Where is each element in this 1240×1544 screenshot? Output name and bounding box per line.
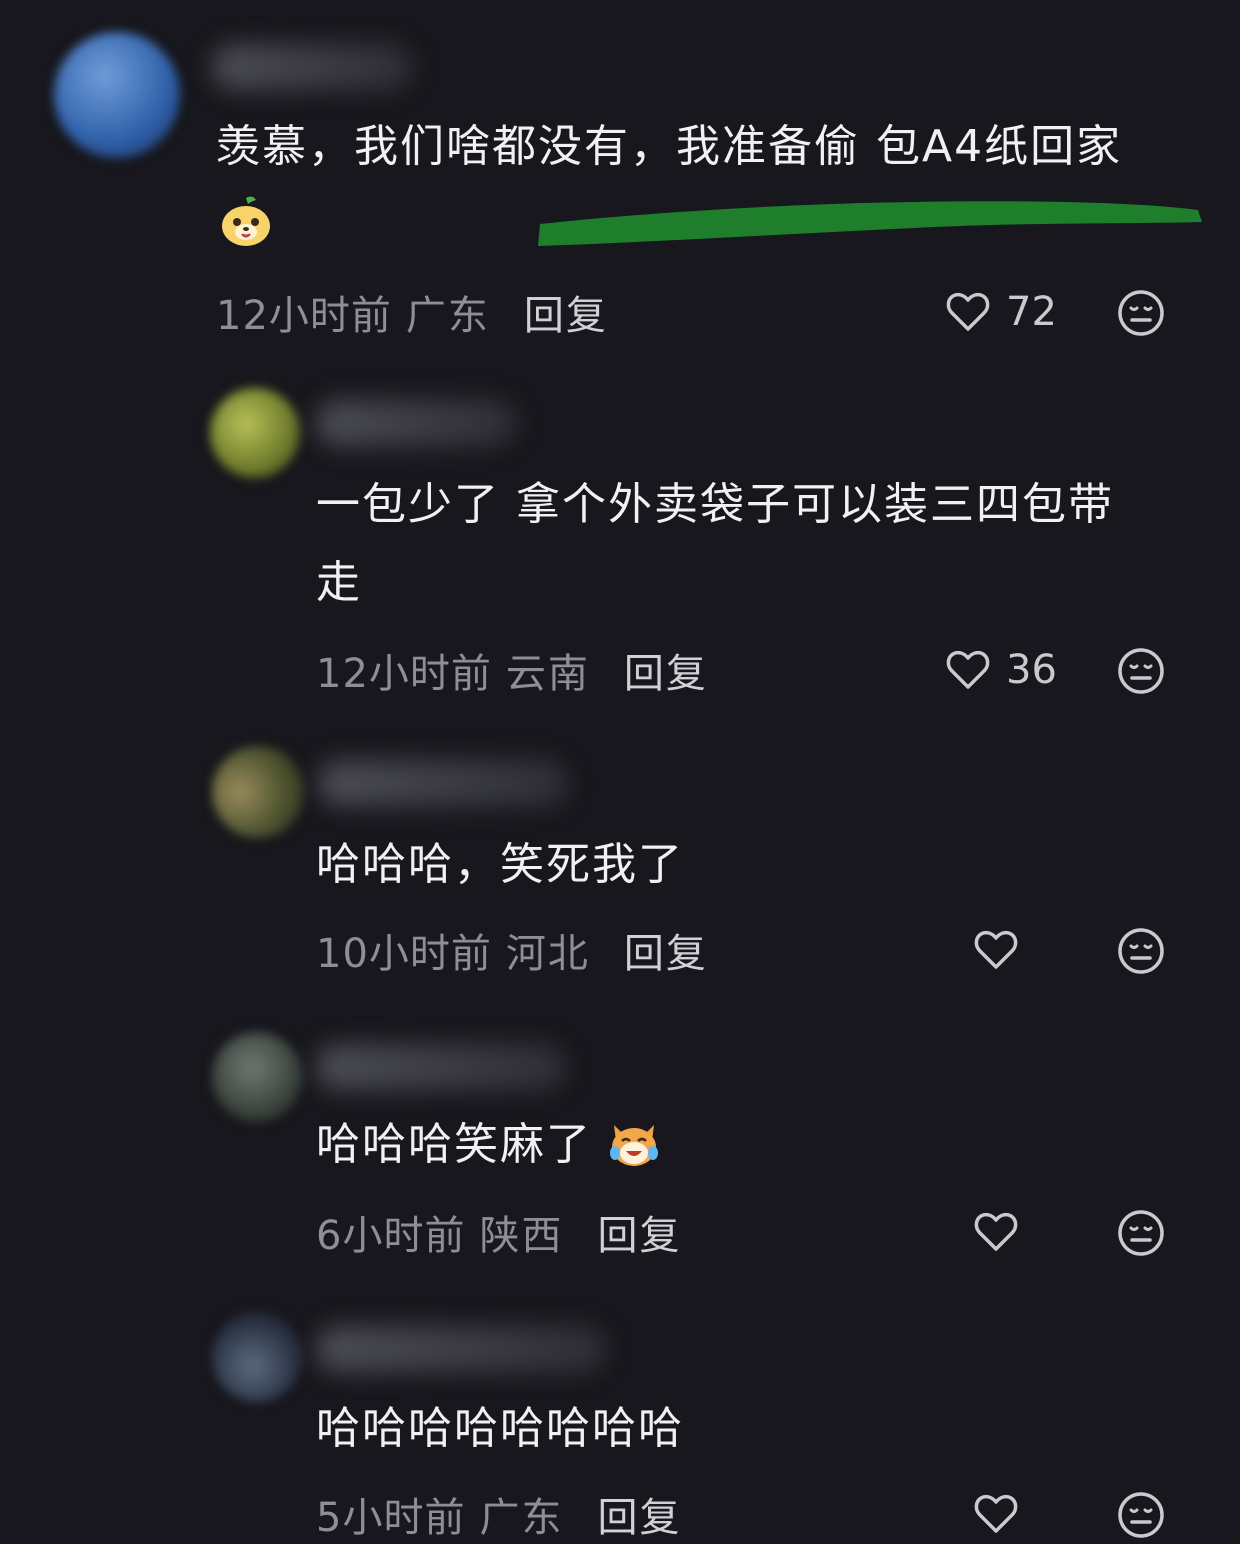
region: 陕西: [479, 1213, 564, 1259]
region: 广东: [479, 1495, 564, 1541]
like-button[interactable]: 36: [944, 640, 1057, 700]
reply-button[interactable]: 回复: [597, 1485, 681, 1543]
region: 广东: [405, 293, 490, 339]
avatar[interactable]: [212, 1312, 302, 1402]
meh-face-icon[interactable]: [1116, 288, 1166, 338]
username[interactable]: [316, 1044, 566, 1090]
meh-face-icon[interactable]: [1116, 1490, 1166, 1540]
like-button[interactable]: [972, 1484, 1034, 1544]
username[interactable]: [316, 400, 516, 446]
reply-button[interactable]: 回复: [597, 1203, 681, 1261]
timestamp: 6小时前: [316, 1213, 466, 1259]
comment-meta: 12小时前 云南 回复: [316, 640, 708, 700]
comment-meta: 5小时前 广东 回复: [316, 1484, 681, 1544]
green-highlight-mark: [538, 201, 1202, 246]
like-button[interactable]: [972, 920, 1034, 980]
comment-meta: 12小时前 广东 回复: [216, 282, 608, 342]
comment-text-continued: 走: [316, 557, 362, 608]
reply-item: 哈哈哈哈哈哈哈哈 5小时前 广东 回复: [0, 1300, 1240, 1544]
reply-item: 一包少了 拿个外卖袋子可以装三四包带 走 12小时前 云南 回复 36: [0, 370, 1240, 710]
username[interactable]: [318, 760, 568, 806]
timestamp: 5小时前: [316, 1495, 466, 1541]
meh-face-icon[interactable]: [1116, 646, 1166, 696]
timestamp: 10小时前: [316, 931, 492, 977]
comment-text-content: 哈哈哈笑麻了: [316, 1119, 592, 1170]
region: 河北: [505, 931, 590, 977]
comment-text: 哈哈哈笑麻了: [316, 1106, 662, 1184]
like-button[interactable]: 72: [944, 282, 1057, 342]
meh-face-icon[interactable]: [1116, 1208, 1166, 1258]
avatar[interactable]: [54, 32, 180, 158]
heart-outline-icon: [946, 292, 990, 331]
avatar[interactable]: [210, 388, 300, 478]
like-count: 72: [1006, 289, 1057, 335]
heart-outline-icon: [974, 930, 1018, 969]
username[interactable]: [212, 44, 412, 90]
reply-item: 哈哈哈，笑死我了 10小时前 河北 回复: [0, 730, 1240, 1000]
heart-outline-icon: [974, 1212, 1018, 1251]
reply-button[interactable]: 回复: [624, 641, 708, 699]
comment-meta: 10小时前 河北 回复: [316, 920, 708, 980]
like-button[interactable]: [972, 1202, 1034, 1262]
comment-item: 羡慕，我们啥都没有，我准备偷 包A4纸回家 12小时前 广东 回复 72: [0, 0, 1240, 360]
comment-text: 哈哈哈哈哈哈哈哈: [316, 1403, 684, 1454]
region: 云南: [505, 651, 590, 697]
comment-text: 一包少了 拿个外卖袋子可以装三四包带: [316, 479, 1114, 530]
timestamp: 12小时前: [316, 651, 492, 697]
avatar[interactable]: [212, 1032, 302, 1122]
username[interactable]: [316, 1326, 606, 1372]
timestamp: 12小时前: [216, 293, 392, 339]
meh-face-icon[interactable]: [1116, 926, 1166, 976]
reply-item: 哈哈哈笑麻了 6小时前 陕西 回复: [0, 1020, 1240, 1290]
heart-outline-icon: [974, 1494, 1018, 1533]
avatar[interactable]: [212, 746, 304, 838]
comment-text: 哈哈哈，笑死我了: [316, 839, 684, 890]
smiling-dog-emoji: [222, 196, 270, 246]
like-count: 36: [1006, 647, 1057, 693]
laughing-cat-emoji: [610, 1125, 658, 1166]
reply-button[interactable]: 回复: [624, 921, 708, 979]
comment-text: 羡慕，我们啥都没有，我准备偷 包A4纸回家: [216, 121, 1123, 172]
heart-outline-icon: [946, 650, 990, 689]
reply-button[interactable]: 回复: [524, 283, 608, 341]
comment-meta: 6小时前 陕西 回复: [316, 1202, 681, 1262]
